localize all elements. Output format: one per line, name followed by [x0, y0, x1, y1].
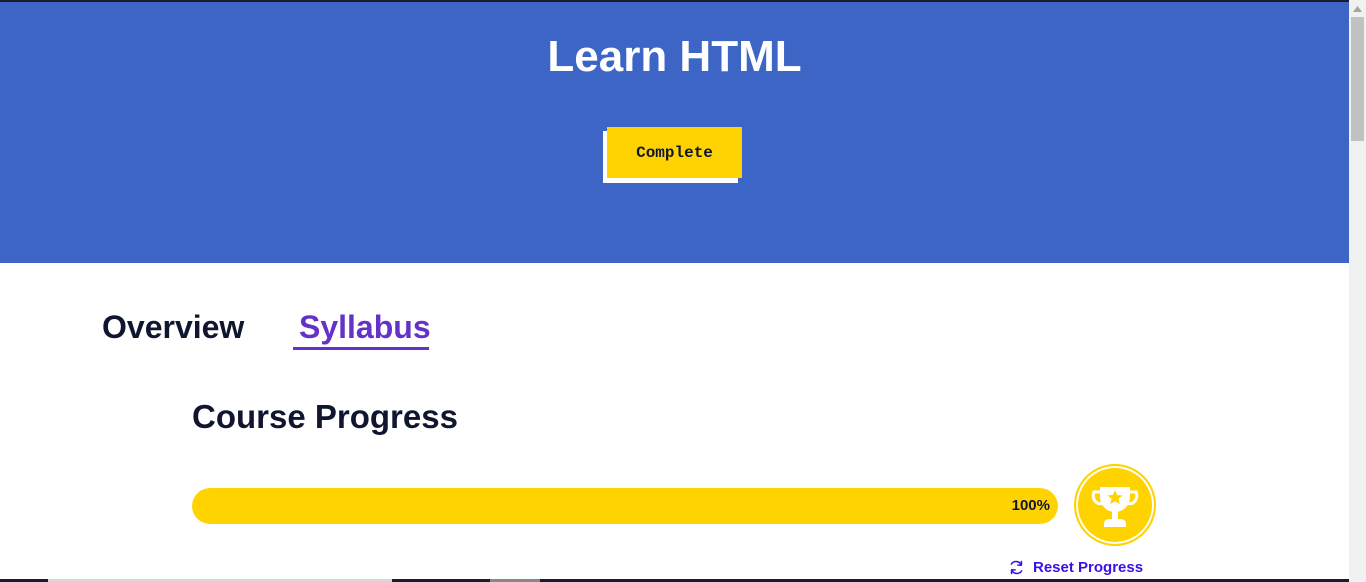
reset-progress-link[interactable]: Reset Progress: [1008, 556, 1143, 578]
scroll-up-arrow-icon[interactable]: [1349, 0, 1366, 17]
vertical-scrollbar[interactable]: [1349, 0, 1366, 582]
page: Learn HTML Complete Overview Syllabus Co…: [0, 0, 1366, 582]
trophy-icon: [1091, 487, 1139, 527]
reset-progress-label: Reset Progress: [1033, 558, 1144, 576]
complete-button[interactable]: Complete: [607, 127, 742, 178]
tab-overview[interactable]: Overview: [102, 305, 244, 349]
course-title: Learn HTML: [547, 32, 802, 81]
progress-bar-fill: [192, 488, 1058, 524]
active-tab-underline: [293, 347, 429, 350]
scrollbar-thumb[interactable]: [1351, 17, 1364, 141]
progress-bar: 100%: [192, 488, 1058, 524]
refresh-icon: [1010, 560, 1023, 574]
course-header: Learn HTML Complete: [0, 2, 1349, 263]
trophy-badge: [1074, 464, 1156, 546]
course-progress-title: Course Progress: [192, 398, 458, 435]
tab-syllabus[interactable]: Syllabus: [293, 305, 437, 349]
progress-percent: 100%: [1011, 497, 1050, 514]
